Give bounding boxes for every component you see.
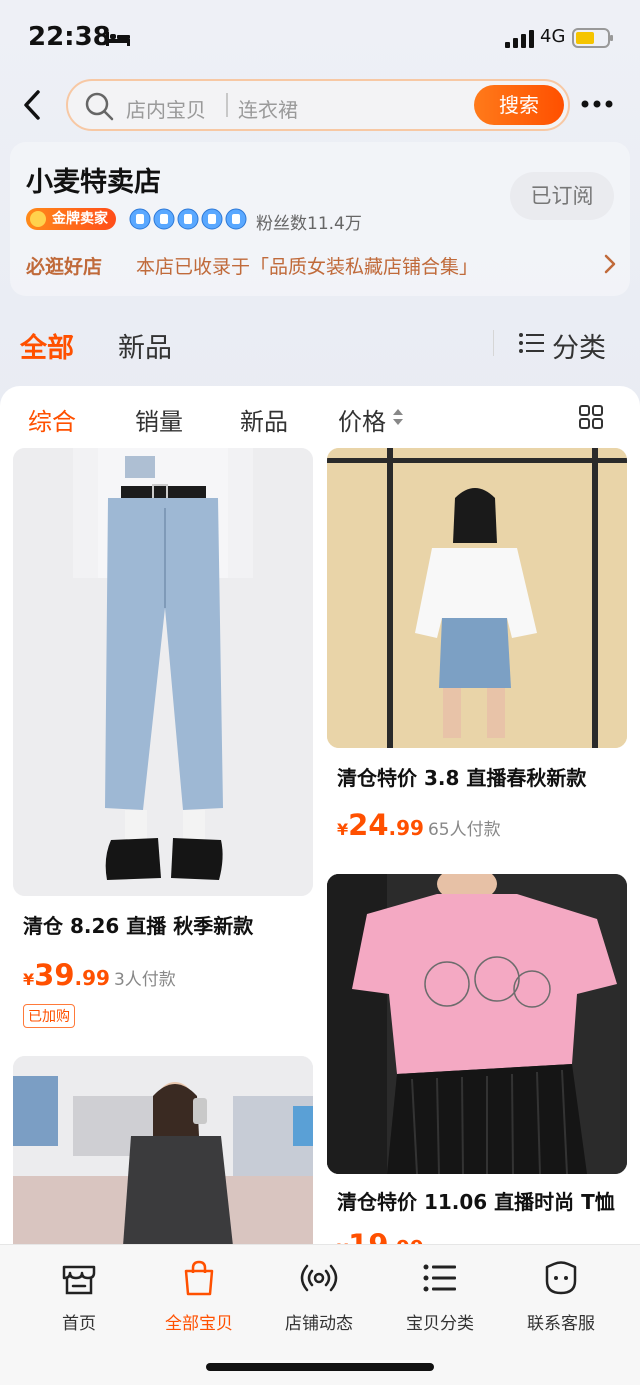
shirt-photo (327, 448, 627, 748)
product-image[interactable] (13, 448, 313, 896)
price-row: ¥39.99 3人付款 (23, 958, 176, 992)
product-title[interactable]: 清仓特价 11.06 直播时尚 T恤 (337, 1186, 615, 1215)
product-card[interactable]: 清仓特价 3.8 直播春秋新款 ¥24.99 65人付款 (327, 448, 627, 848)
search-suggested-keyword: 连衣裙 (238, 98, 298, 122)
nav-all-products-label: 全部宝贝 (165, 1314, 233, 1334)
gold-seller-badge: 金牌卖家 (26, 208, 116, 230)
collection-link[interactable]: 本店已收录于「品质女装私藏店铺合集」 (136, 252, 478, 279)
search-separator (226, 93, 228, 117)
price-decimal: .99 (74, 966, 110, 990)
search-button[interactable]: 搜索 (474, 85, 564, 125)
product-title[interactable]: 清仓特价 3.8 直播春秋新款 (337, 762, 586, 791)
status-time: 22:38 (28, 22, 111, 52)
price-integer: 24 (348, 808, 389, 842)
network-type: 4G (540, 26, 566, 47)
currency-symbol: ¥ (23, 970, 35, 989)
nav-categories[interactable]: 宝贝分类 (380, 1259, 500, 1339)
sort-sales[interactable]: 销量 (135, 402, 183, 437)
search-input[interactable]: 店内宝贝 连衣裙 搜索 (66, 79, 570, 131)
status-bar: 22:38 4G (0, 0, 640, 76)
sold-count: 3人付款 (113, 970, 176, 990)
pink-tee-photo (327, 874, 627, 1174)
product-card[interactable]: 清仓特价 11.06 直播时尚 T恤 ¥19.99 (327, 874, 627, 1262)
nav-categories-label: 宝贝分类 (406, 1314, 474, 1334)
sort-bar: 综合 销量 新品 价格 (0, 386, 640, 448)
product-card[interactable] (13, 1056, 313, 1246)
shop-header: 小麦特卖店 已订阅 金牌卖家 粉丝数11.4万 必逛好店 本店已收录于「品质女装… (10, 142, 630, 296)
shop-home-icon (62, 1265, 96, 1295)
jeans-photo (13, 448, 313, 896)
nav-home[interactable]: 首页 (19, 1259, 139, 1339)
sold-count: 65人付款 (427, 820, 501, 840)
chevron-right-icon[interactable] (604, 254, 616, 274)
cellular-signal-icon (505, 30, 534, 48)
nav-home-label: 首页 (62, 1314, 96, 1334)
crown-rating-icon (129, 208, 247, 230)
broadcast-icon (300, 1264, 338, 1292)
product-image[interactable] (327, 874, 627, 1174)
more-options-icon[interactable] (580, 96, 614, 112)
dress-photo (13, 1056, 313, 1246)
sort-new[interactable]: 新品 (240, 402, 288, 437)
sleep-focus-icon (106, 32, 130, 46)
top-nav: 店内宝贝 连衣裙 搜索 (0, 76, 640, 136)
nav-shop-updates-label: 店铺动态 (285, 1314, 353, 1334)
price-decimal: .99 (388, 816, 424, 840)
product-image[interactable] (327, 448, 627, 748)
category-list-icon[interactable] (518, 332, 544, 354)
customer-service-icon (545, 1261, 577, 1295)
bottom-nav: 首页 全部宝贝 店铺动态 宝贝分类 联系客服 (0, 1244, 640, 1385)
gold-seller-label: 金牌卖家 (52, 211, 108, 227)
currency-symbol: ¥ (337, 820, 349, 839)
badge-star-icon (30, 211, 46, 227)
product-listing: 综合 销量 新品 价格 清仓 8.26 直播 秋季新款 ¥39.99 3人付款 … (0, 386, 640, 1385)
shopping-bag-icon (184, 1260, 214, 1296)
shop-name: 小麦特卖店 (26, 167, 161, 198)
added-to-cart-tag: 已加购 (23, 1004, 75, 1028)
nav-shop-updates[interactable]: 店铺动态 (259, 1259, 379, 1339)
must-go-label: 必逛好店 (26, 256, 103, 278)
tab-divider (493, 330, 494, 356)
search-placeholder: 店内宝贝 (126, 98, 206, 122)
tab-new[interactable]: 新品 (118, 326, 172, 365)
tab-category[interactable]: 分类 (552, 326, 606, 365)
product-title[interactable]: 清仓 8.26 直播 秋季新款 (23, 910, 253, 939)
sort-comprehensive[interactable]: 综合 (28, 402, 76, 437)
home-indicator[interactable] (206, 1363, 434, 1371)
nav-customer-service-label: 联系客服 (527, 1314, 595, 1334)
grid-view-icon[interactable] (578, 404, 604, 430)
sort-arrows-icon[interactable] (392, 408, 404, 426)
fans-count: 粉丝数11.4万 (256, 214, 362, 234)
nav-customer-service[interactable]: 联系客服 (501, 1259, 621, 1339)
price-integer: 39 (34, 958, 75, 992)
shop-tabs: 全部 新品 分类 (0, 318, 640, 374)
back-arrow-icon[interactable] (18, 88, 48, 122)
battery-icon (572, 28, 613, 48)
subscribe-button[interactable]: 已订阅 (510, 172, 614, 220)
product-card[interactable]: 清仓 8.26 直播 秋季新款 ¥39.99 3人付款 已加购 (13, 448, 313, 1028)
price-row: ¥24.99 65人付款 (337, 808, 501, 842)
search-icon (85, 92, 114, 121)
list-icon (423, 1264, 456, 1292)
nav-all-products[interactable]: 全部宝贝 (139, 1259, 259, 1339)
product-image[interactable] (13, 1056, 313, 1246)
tab-all[interactable]: 全部 (20, 326, 74, 365)
sort-price[interactable]: 价格 (338, 402, 386, 437)
